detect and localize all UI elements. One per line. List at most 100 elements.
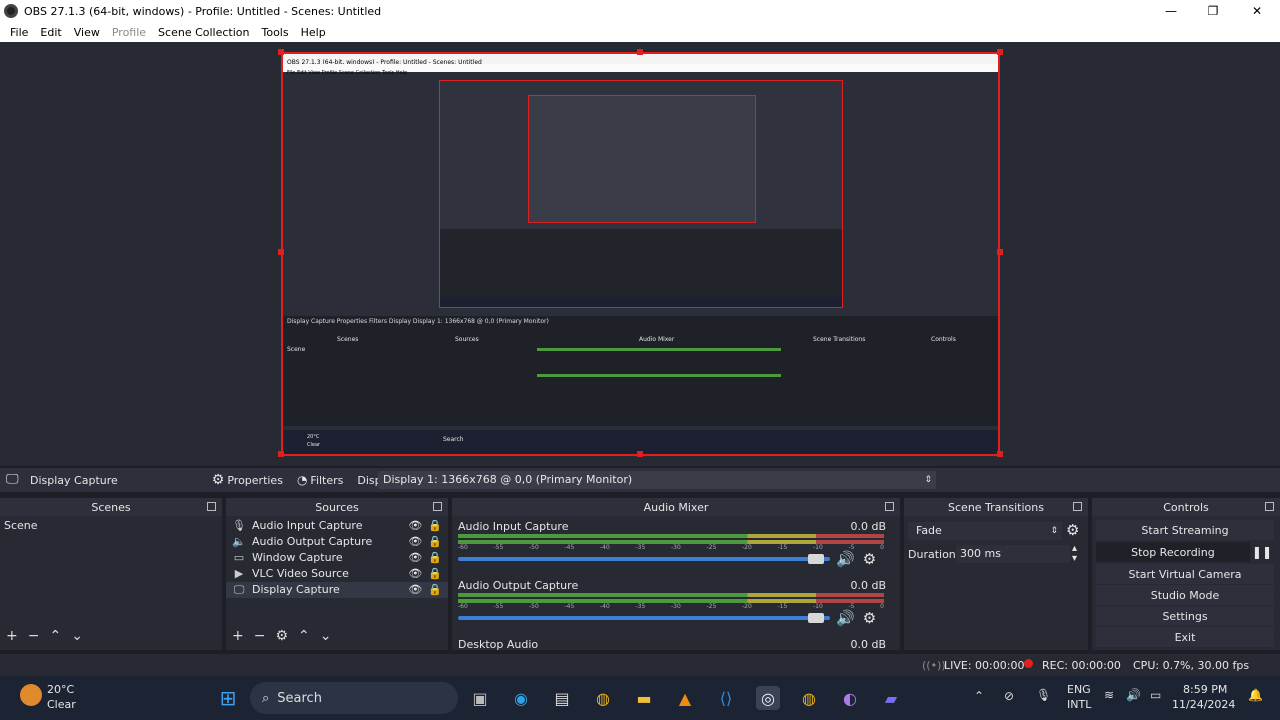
menu-profile[interactable]: Profile — [106, 26, 152, 39]
eye-icon[interactable]: 👁 — [408, 566, 422, 582]
transition-select[interactable]: Fade ⇕ — [908, 522, 1062, 540]
resize-handle[interactable] — [637, 49, 643, 55]
eye-icon[interactable]: 👁 — [408, 518, 422, 534]
eye-icon[interactable]: 👁 — [408, 582, 422, 598]
stop-recording-button[interactable]: Stop Recording — [1096, 542, 1250, 562]
undock-icon[interactable] — [207, 502, 216, 511]
arrow-down-icon[interactable]: ⌄ — [71, 628, 83, 644]
source-item[interactable]: 🔈 Audio Output Capture 👁 🔒 — [226, 534, 448, 550]
plus-icon[interactable]: + — [232, 628, 244, 644]
app-icon[interactable]: ▰ — [879, 686, 903, 710]
volume-slider-handle[interactable] — [808, 613, 824, 623]
volume-slider[interactable] — [458, 557, 830, 561]
volume-slider-handle[interactable] — [808, 554, 824, 564]
chrome-icon[interactable]: ◍ — [591, 686, 615, 710]
start-virtual-camera-button[interactable]: Start Virtual Camera — [1096, 564, 1274, 584]
resize-handle[interactable] — [278, 451, 284, 457]
source-item[interactable]: ▭ Window Capture 👁 🔒 — [226, 550, 448, 566]
lock-icon[interactable]: 🔒 — [428, 534, 442, 550]
undock-icon[interactable] — [1265, 502, 1274, 511]
speaker-icon[interactable]: 🔊 — [836, 609, 855, 627]
language-indicator[interactable]: ENG — [1067, 683, 1091, 696]
gear-icon[interactable]: ⚙ — [1066, 521, 1079, 539]
menu-view[interactable]: View — [68, 26, 106, 39]
search-icon: ⌕ — [262, 690, 270, 706]
plus-icon[interactable]: + — [6, 628, 18, 644]
properties-button[interactable]: ⚙ Properties — [212, 472, 283, 488]
clock-time[interactable]: 8:59 PM — [1183, 683, 1227, 696]
menu-edit[interactable]: Edit — [34, 26, 67, 39]
lock-icon[interactable]: 🔒 — [428, 518, 442, 534]
microphone-icon[interactable]: 🎙 — [1036, 688, 1051, 702]
start-streaming-button[interactable]: Start Streaming — [1096, 520, 1274, 540]
settings-button[interactable]: Settings — [1096, 606, 1274, 626]
controls-title: Controls — [1163, 500, 1209, 514]
eye-icon[interactable]: 👁 — [408, 534, 422, 550]
vscode-icon[interactable]: ⟨⟩ — [714, 686, 738, 710]
display-select[interactable]: Display 1: 1366x768 @ 0,0 (Primary Monit… — [378, 471, 936, 489]
vlc-icon[interactable]: ▲ — [673, 686, 697, 710]
wifi-icon[interactable]: ≋ — [1104, 688, 1114, 702]
resize-handle[interactable] — [997, 249, 1003, 255]
chrome-icon[interactable]: ◍ — [797, 686, 821, 710]
resize-handle[interactable] — [278, 249, 284, 255]
taskbar-search-label: Search — [277, 690, 322, 706]
undock-icon[interactable] — [433, 502, 442, 511]
chevron-up-icon[interactable]: ⌃ — [974, 689, 984, 703]
edge-icon[interactable]: ◉ — [509, 686, 533, 710]
pause-icon[interactable]: ❚❚ — [1252, 545, 1272, 559]
restore-button[interactable]: ❐ — [1192, 0, 1234, 22]
network-off-icon[interactable]: ⊘ — [1004, 689, 1014, 703]
volume-icon[interactable]: 🔊 — [1126, 688, 1141, 702]
weather-icon[interactable] — [20, 684, 42, 706]
menu-help[interactable]: Help — [295, 26, 332, 39]
window-icon: ▭ — [233, 551, 245, 564]
undock-icon[interactable] — [885, 502, 894, 511]
preview-canvas[interactable]: OBS 27.1.3 (64-bit, windows) - Profile: … — [281, 52, 1000, 456]
lock-icon[interactable]: 🔒 — [428, 566, 442, 582]
menu-scene-collection[interactable]: Scene Collection — [152, 26, 255, 39]
obs-logo-icon — [4, 4, 18, 18]
app-icon[interactable]: ◐ — [838, 686, 862, 710]
lock-icon[interactable]: 🔒 — [428, 582, 442, 598]
source-item[interactable]: 🎙 Audio Input Capture 👁 🔒 — [226, 518, 448, 534]
arrow-down-icon[interactable]: ⌄ — [320, 628, 332, 644]
duration-input[interactable]: 300 ms — [956, 545, 1070, 563]
resize-handle[interactable] — [997, 49, 1003, 55]
resize-handle[interactable] — [637, 451, 643, 457]
resize-handle[interactable] — [278, 49, 284, 55]
volume-slider[interactable] — [458, 616, 830, 620]
store-icon[interactable]: ▤ — [550, 686, 574, 710]
gear-icon[interactable]: ⚙ — [863, 609, 876, 627]
resize-handle[interactable] — [997, 451, 1003, 457]
stepper-icon[interactable]: ▴ ▾ — [1072, 544, 1077, 564]
folder-icon[interactable]: ▬ — [632, 686, 656, 710]
eye-icon[interactable]: 👁 — [408, 550, 422, 566]
battery-icon[interactable]: ▭ — [1150, 688, 1161, 702]
preview-area[interactable]: OBS 27.1.3 (64-bit, windows) - Profile: … — [0, 42, 1280, 466]
source-item[interactable]: 🖵 Display Capture 👁 🔒 — [226, 582, 448, 598]
arrow-up-icon[interactable]: ⌃ — [298, 628, 310, 644]
gear-icon[interactable]: ⚙ — [863, 550, 876, 568]
close-button[interactable]: ✕ — [1236, 0, 1278, 22]
minus-icon[interactable]: − — [28, 628, 40, 644]
notification-icon[interactable]: 🔔 — [1248, 688, 1263, 702]
undock-icon[interactable] — [1073, 502, 1082, 511]
exit-button[interactable]: Exit — [1096, 627, 1274, 647]
menu-tools[interactable]: Tools — [256, 26, 295, 39]
source-item[interactable]: ▶ VLC Video Source 👁 🔒 — [226, 566, 448, 582]
task-view-icon[interactable]: ▣ — [468, 686, 492, 710]
arrow-up-icon[interactable]: ⌃ — [49, 628, 61, 644]
speaker-icon[interactable]: 🔊 — [836, 550, 855, 568]
studio-mode-button[interactable]: Studio Mode — [1096, 585, 1274, 605]
gear-icon[interactable]: ⚙ — [275, 628, 288, 644]
taskbar-search[interactable]: ⌕ Search — [250, 682, 458, 714]
windows-start-icon[interactable]: ⊞ — [216, 686, 240, 710]
menu-file[interactable]: File — [4, 26, 34, 39]
lock-icon[interactable]: 🔒 — [428, 550, 442, 566]
obs-taskbar-icon[interactable]: ◎ — [756, 686, 780, 710]
minimize-button[interactable]: — — [1150, 0, 1192, 22]
scene-item[interactable]: Scene — [0, 518, 222, 534]
filters-button[interactable]: ◔ Filters — [297, 473, 343, 487]
minus-icon[interactable]: − — [254, 628, 266, 644]
